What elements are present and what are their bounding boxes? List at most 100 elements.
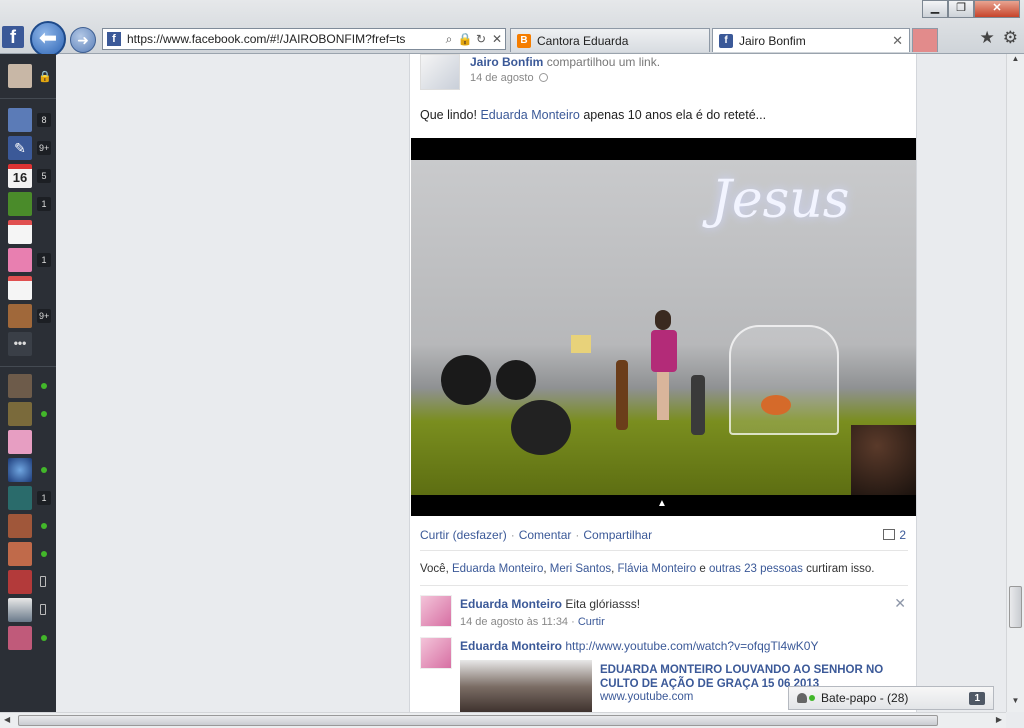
video-frame[interactable]: Jesus [411,160,916,495]
sidebar-friend[interactable] [0,514,56,538]
sidebar-item-farm-game[interactable]: 1 [0,192,56,216]
commenter-avatar[interactable] [420,595,452,627]
lock-icon: 🔒 [38,71,52,83]
stop-icon[interactable]: ✕ [489,32,505,46]
scroll-right-icon[interactable]: ▶ [996,715,1002,724]
commenter-avatar[interactable] [420,637,452,669]
calendar-app-icon [8,220,32,244]
friend-avatar[interactable] [8,542,32,566]
profile-avatar[interactable] [8,64,32,88]
forward-button[interactable]: ➜ [70,27,96,53]
back-button[interactable]: ⬅ [30,21,66,57]
scroll-up-icon[interactable]: ▲ [1007,54,1024,70]
friend-avatar[interactable] [8,570,32,594]
tab-jairo-bonfim[interactable]: f Jairo Bonfim ✕ [712,28,910,52]
calendar-app-icon [8,276,32,300]
comment-author-link[interactable]: Eduarda Monteiro [460,597,562,611]
friend-avatar[interactable] [8,374,32,398]
left-app-sidebar: 🔒 8 ✎ 9+ 16 5 1 1 9+ ••• 1 [0,54,56,728]
friend-avatar[interactable] [8,514,32,538]
friend-avatar[interactable] [8,598,32,622]
sidebar-friend[interactable] [0,570,56,594]
sidebar-profile[interactable]: 🔒 [0,64,56,88]
sidebar-friend[interactable] [0,402,56,426]
comment-count-text[interactable]: 2 [899,528,906,542]
maximize-button[interactable]: ❐ [948,0,974,18]
chat-bar[interactable]: Bate-papo - (28) 1 [788,686,994,710]
search-icon[interactable]: ⌕ [441,32,457,47]
liker-link[interactable]: Flávia Monteiro [618,563,697,575]
other-likers-link[interactable]: outras 23 pessoas [709,563,803,575]
comment-author-link[interactable]: Eduarda Monteiro [460,639,562,653]
scroll-down-icon[interactable]: ▼ [1007,696,1024,712]
sidebar-friend[interactable] [0,542,56,566]
liker-link[interactable]: Meri Santos [550,563,611,575]
share-link[interactable]: Compartilhar [583,528,652,542]
close-window-button[interactable]: ✕ [974,0,1020,18]
close-tab-icon[interactable]: ✕ [892,33,903,49]
sidebar-friend[interactable] [0,598,56,622]
video-player[interactable]: Jesus ▲ [411,138,916,516]
post-date[interactable]: 14 de agosto [470,72,548,84]
facebook-app-icon[interactable]: f [2,26,24,48]
sidebar-item-events[interactable]: 16 5 [0,164,56,188]
sidebar-item-calendar-app[interactable] [0,220,56,244]
singer-figure [649,280,679,430]
singer-head [655,310,671,330]
sidebar-item-pages[interactable]: 8 [0,108,56,132]
sprout-icon [8,192,32,216]
url-text[interactable]: https://www.facebook.com/#!/JAIROBONFIM?… [127,32,441,46]
friend-avatar[interactable] [8,402,32,426]
refresh-icon[interactable]: ↻ [473,32,489,46]
speaker [511,400,571,455]
address-bar[interactable]: f https://www.facebook.com/#!/JAIROBONFI… [102,28,506,50]
sidebar-item-notes-app[interactable]: 9+ [0,304,56,328]
vertical-scrollbar[interactable]: ▲ ▼ [1006,54,1024,712]
favorites-star-icon[interactable]: ★ [980,28,995,48]
author-avatar[interactable] [420,54,460,90]
unlike-link[interactable]: Curtir (desfazer) [420,528,507,542]
liker-link[interactable]: Eduarda Monteiro [452,563,543,575]
friend-avatar[interactable] [8,486,32,510]
remove-comment-icon[interactable]: ✕ [894,595,906,612]
post-date-text[interactable]: 14 de agosto [470,72,534,84]
new-tab-button[interactable] [912,28,938,52]
friend-avatar[interactable] [8,458,32,482]
comment-timestamp[interactable]: 14 de agosto às 11:34 [460,616,568,628]
link-preview-domain[interactable]: www.youtube.com [600,691,693,703]
comment-like-link[interactable]: Curtir [578,616,605,628]
tab-cantora-eduarda[interactable]: B Cantora Eduarda [510,28,710,52]
sidebar-friend[interactable] [0,458,56,482]
sidebar-friend[interactable]: 1 [0,486,56,510]
sidebar-friend[interactable] [0,430,56,454]
mention-link[interactable]: Eduarda Monteiro [480,108,579,122]
comment-link[interactable]: Comentar [519,528,572,542]
guitar [616,360,628,430]
link-preview-thumbnail[interactable] [460,660,592,714]
sidebar-item-messages[interactable]: ✎ 9+ [0,136,56,160]
comment-count[interactable]: 2 [883,528,906,542]
scroll-left-icon[interactable]: ◀ [4,715,10,724]
comment-url-link[interactable]: http://www.youtube.com/watch?v=ofqgTl4wK… [562,639,818,653]
sidebar-item-photo-app[interactable]: 1 [0,248,56,272]
expand-video-icon[interactable]: ▲ [657,498,667,509]
audience [851,425,916,495]
vertical-scroll-thumb[interactable] [1009,586,1022,628]
minimize-button[interactable]: ▁ [922,0,948,18]
badge: 1 [37,491,51,505]
globe-icon [538,73,548,82]
settings-gear-icon[interactable]: ⚙ [1003,28,1018,48]
friend-avatar[interactable] [8,430,32,454]
comment-body: Eduarda Monteiro Eita glóriasss! [460,597,640,611]
author-name-link[interactable]: Jairo Bonfim [470,55,543,69]
horizontal-scrollbar[interactable]: ◀ ▶ [0,712,1006,728]
lock-icon[interactable]: 🔒 [457,32,473,46]
friend-avatar[interactable] [8,626,32,650]
sidebar-friend[interactable] [0,626,56,650]
sidebar-friend[interactable] [0,374,56,398]
horizontal-scroll-thumb[interactable] [18,715,938,726]
badge: 9+ [37,141,52,155]
online-status-icon [41,551,47,557]
sidebar-item-calendar-app-2[interactable] [0,276,56,300]
sidebar-item-more[interactable]: ••• [0,332,56,356]
